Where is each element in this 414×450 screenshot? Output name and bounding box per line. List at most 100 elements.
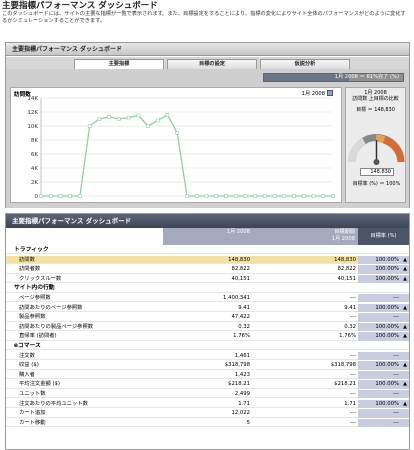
- data-point: [301, 194, 306, 198]
- y-tick-label: 6K: [31, 152, 38, 158]
- data-point: [175, 131, 180, 135]
- metrics-title: 主要指標パフォーマンス ダッシュボード: [6, 214, 409, 228]
- metric-value: 1.76%: [233, 333, 250, 340]
- metric-label: 訪問あたりのページ参照数: [19, 304, 83, 311]
- metric-target: 40,151: [337, 275, 356, 282]
- metric-label: 直帰率 (訪問者): [19, 333, 57, 340]
- metric-value: $218.21: [228, 381, 250, 388]
- panel-body: 主要指標 目標の設定 仮説分析 1月 2008 ＝ 61%完了 (%) 訪問数 …: [6, 57, 409, 208]
- up-arrow-icon: ▲: [403, 362, 407, 369]
- table-row: カート追加 12,022 --- ---: [6, 409, 409, 418]
- data-point: [136, 113, 141, 118]
- y-tick-label: 10K: [27, 124, 38, 130]
- metric-label: カート追加: [19, 410, 46, 417]
- data-point: [165, 112, 170, 117]
- visits-chart-box: 訪問数 1月 2008 0 2K 4K 6K 8K 10K 12K 14K: [10, 87, 342, 203]
- metrics-table: 主要指標パフォーマンス ダッシュボード 1月 2008 目標期間 1月 2008…: [5, 213, 410, 450]
- y-tick-label: 8K: [31, 138, 38, 144]
- metric-label: 平均注文金額 ($): [19, 381, 60, 388]
- data-point: [78, 194, 82, 198]
- y-tick-label: 12K: [27, 110, 38, 116]
- metric-target: ---: [350, 314, 356, 321]
- metric-target: 9.41: [344, 304, 356, 311]
- metric-value: 5: [246, 419, 250, 426]
- tab-goal-settings[interactable]: 目標の設定: [167, 59, 257, 69]
- metric-label: 注文数: [19, 352, 35, 359]
- data-point: [282, 194, 287, 198]
- metric-value: 0.32: [238, 323, 250, 330]
- data-point: [253, 194, 257, 198]
- data-point: [185, 194, 189, 198]
- metric-value: 47,422: [231, 314, 250, 321]
- metric-rate: 100.00% ▲: [358, 399, 409, 408]
- month-progress-bar: 1月 2008 ＝ 61%完了 (%): [263, 73, 404, 82]
- data-point: [107, 115, 111, 119]
- metric-value: 9.41: [238, 304, 250, 311]
- data-point: [117, 117, 121, 121]
- col-header-target: 目標期間 1月 2008: [253, 228, 358, 245]
- table-row: 訪問あたりの製品ページ参照数 0.32 0.32 100.00% ▲: [6, 322, 409, 332]
- metric-rate: ---: [358, 418, 409, 428]
- data-point: [233, 194, 238, 198]
- page-description: このダッシュボードには、サイトの主要な指標が一覧で表示されます。また、目標設定を…: [2, 11, 406, 24]
- category-label: サイト内の行動: [14, 285, 55, 292]
- data-point: [146, 124, 150, 128]
- table-category: サイト内の行動: [6, 284, 409, 293]
- metric-target: $218.21: [334, 381, 356, 388]
- category-label: eコマース: [14, 343, 41, 349]
- tab-what-if[interactable]: 仮説分析: [260, 59, 350, 69]
- gauge-subheading: 訪問数 上目標の比較: [352, 96, 399, 102]
- data-point: [156, 118, 160, 123]
- data-point: [194, 194, 199, 198]
- metric-value: 148,830: [228, 256, 250, 263]
- metric-target: ---: [350, 391, 356, 397]
- table-row: 平均注文金額 ($) $218.21 $218.21 100.00% ▲: [6, 380, 409, 389]
- metric-rate: 100.00% ▲: [358, 322, 409, 332]
- metric-label: 収益 ($): [19, 362, 39, 369]
- up-arrow-icon: ▲: [403, 333, 407, 340]
- metric-label: カート移動: [19, 419, 46, 426]
- y-tick-label: 0: [35, 194, 39, 200]
- page-title: 主要指標パフォーマンス ダッシュボード: [2, 1, 158, 11]
- metric-rate: ---: [358, 390, 409, 399]
- metric-target: ---: [350, 419, 356, 426]
- data-point: [48, 194, 53, 198]
- metric-target: 1.76%: [339, 333, 356, 340]
- table-row: 訪問あたりのページ参照数 9.41 9.41 100.00% ▲: [6, 303, 409, 312]
- metric-target: ---: [350, 352, 356, 359]
- table-row: ページ参照数 1,400,341 --- ---: [6, 294, 409, 303]
- metric-label: クリックスルー数: [19, 275, 62, 282]
- col-header-current: 1月 2008: [163, 228, 253, 245]
- data-point: [58, 194, 63, 198]
- y-tick-label: 14K: [27, 96, 38, 102]
- metric-label: 訪問あたりの製品ページ参照数: [19, 323, 94, 330]
- metric-target: $318,798: [330, 362, 356, 369]
- metric-value: $318,798: [224, 362, 250, 369]
- data-point: [68, 194, 73, 198]
- metric-label: ページ参照数: [19, 295, 51, 301]
- metric-rate: ---: [358, 370, 409, 380]
- table-row: クリックスルー数 40,151 40,151 100.00% ▲: [6, 274, 409, 284]
- up-arrow-icon: ▲: [403, 256, 407, 263]
- data-point: [39, 194, 43, 198]
- metric-value: 1,400,341: [223, 295, 250, 301]
- panel-title: 主要指標パフォーマンス ダッシュボード: [6, 43, 409, 56]
- y-tick-label: 2K: [31, 180, 38, 186]
- metric-rate: 100.00% ▲: [358, 332, 409, 341]
- data-point: [292, 194, 296, 198]
- tab-key-metrics[interactable]: 主要指標: [74, 59, 164, 69]
- gauge-target: 目標 ＝ 148,830: [356, 107, 395, 113]
- data-point: [321, 194, 326, 198]
- data-point: [126, 115, 131, 120]
- gauge-dial-icon: [348, 134, 405, 165]
- data-point: [331, 194, 335, 198]
- up-arrow-icon: ▲: [403, 275, 407, 282]
- table-row: 直帰率 (訪問者) 1.76% 1.76% 100.00% ▲: [6, 332, 409, 341]
- metric-target: ---: [350, 410, 356, 417]
- table-row: ユニット数 2,499 --- ---: [6, 390, 409, 399]
- y-tick-label: 4K: [31, 166, 38, 172]
- metric-rate: 100.00% ▲: [358, 274, 409, 284]
- metric-rate: ---: [358, 294, 409, 303]
- table-row: 製品参照数 47,422 --- ---: [6, 313, 409, 322]
- table-category: トラフィック: [6, 246, 409, 255]
